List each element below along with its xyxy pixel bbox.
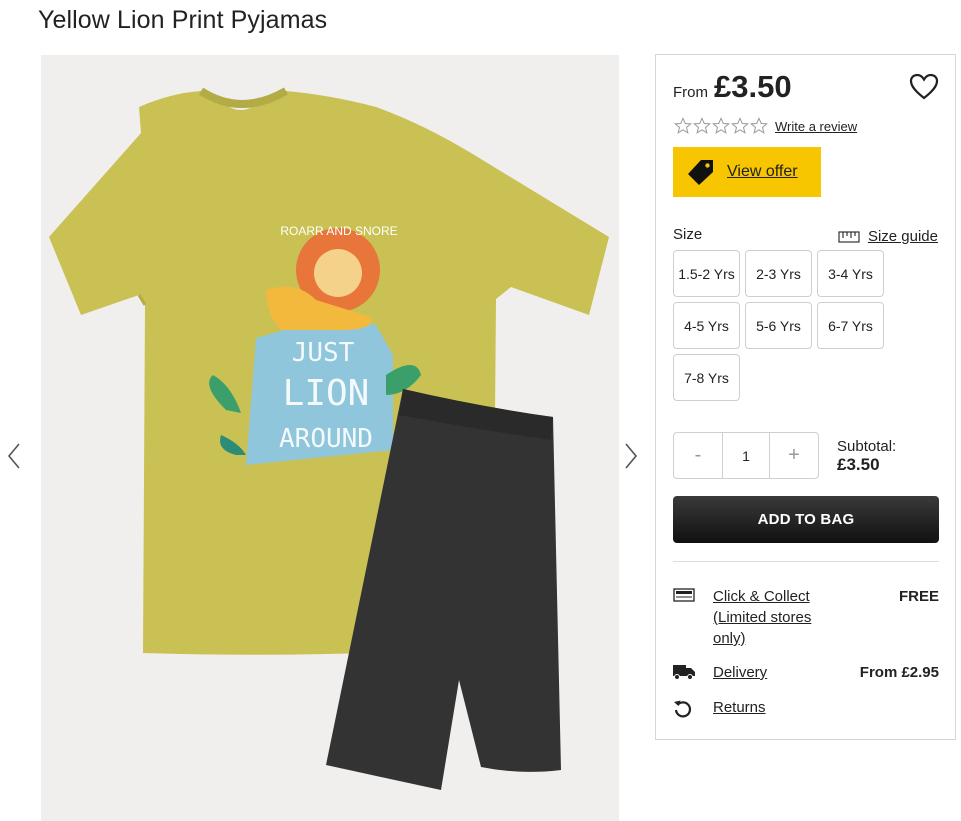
- print-text-roarr: ROARR AND SNORE: [280, 224, 397, 238]
- store-icon: [673, 588, 695, 602]
- star-icon: [750, 117, 768, 134]
- size-option[interactable]: 2-3 Yrs: [745, 250, 812, 297]
- tag-icon: [688, 160, 713, 185]
- returns-link[interactable]: Returns: [713, 697, 766, 723]
- size-guide-link[interactable]: Size guide: [838, 228, 938, 245]
- divider: [673, 561, 939, 562]
- quantity-stepper: - 1 +: [673, 432, 819, 479]
- star-icon: [693, 117, 711, 134]
- subtotal-amount: £3.50: [837, 455, 880, 474]
- star-icon: [712, 117, 730, 134]
- price: £3.50: [714, 69, 792, 104]
- write-review-link[interactable]: Write a review: [775, 119, 857, 134]
- rating-stars: Write a review: [674, 117, 857, 135]
- star-icon: [731, 117, 749, 134]
- quantity-decrease-button[interactable]: -: [674, 444, 722, 467]
- from-label: From: [673, 84, 708, 101]
- size-option[interactable]: 5-6 Yrs: [745, 302, 812, 349]
- price-row: From £3.50: [673, 69, 792, 105]
- size-option[interactable]: 3-4 Yrs: [817, 250, 884, 297]
- print-text-lion: LION: [283, 373, 370, 414]
- truck-icon: [673, 665, 695, 680]
- delivery-row: Delivery From £2.95: [673, 662, 939, 684]
- buy-panel: From £3.50 Write a review View offer Siz…: [655, 54, 956, 740]
- subtotal-label: Subtotal:: [837, 438, 897, 455]
- quantity-input[interactable]: 1: [722, 433, 770, 478]
- product-image[interactable]: ROARR AND SNORE JUST LION AROUND: [41, 55, 619, 821]
- wishlist-heart-icon[interactable]: [909, 73, 939, 106]
- quantity-increase-button[interactable]: +: [770, 444, 818, 467]
- prev-image-arrow-icon[interactable]: [2, 440, 26, 472]
- delivery-link[interactable]: Delivery: [713, 662, 767, 684]
- delivery-price: From £2.95: [859, 664, 939, 681]
- print-text-around: AROUND: [279, 424, 373, 454]
- size-option[interactable]: 7-8 Yrs: [673, 354, 740, 401]
- ruler-icon: [838, 230, 860, 243]
- size-option[interactable]: 6-7 Yrs: [817, 302, 884, 349]
- view-offer-label: View offer: [727, 163, 798, 180]
- click-collect-link[interactable]: Click & Collect (Limited stores only): [713, 586, 833, 649]
- size-option[interactable]: 4-5 Yrs: [673, 302, 740, 349]
- returns-icon: [674, 700, 692, 718]
- click-collect-price: FREE: [898, 588, 939, 605]
- star-icon: [674, 117, 692, 134]
- size-options: 1.5-2 Yrs 2-3 Yrs 3-4 Yrs 4-5 Yrs 5-6 Yr…: [673, 250, 889, 401]
- next-image-arrow-icon[interactable]: [619, 440, 643, 472]
- size-label: Size: [673, 226, 703, 243]
- size-guide-label: Size guide: [867, 228, 938, 245]
- returns-row: Returns: [673, 697, 939, 723]
- page-title: Yellow Lion Print Pyjamas: [38, 6, 328, 34]
- add-to-bag-button[interactable]: ADD TO BAG: [673, 496, 939, 543]
- print-text-just: JUST: [292, 338, 355, 368]
- size-option[interactable]: 1.5-2 Yrs: [673, 250, 740, 297]
- view-offer-button[interactable]: View offer: [673, 147, 821, 197]
- subtotal: Subtotal: £3.50: [837, 438, 896, 474]
- click-collect-row: Click & Collect (Limited stores only) FR…: [673, 586, 939, 649]
